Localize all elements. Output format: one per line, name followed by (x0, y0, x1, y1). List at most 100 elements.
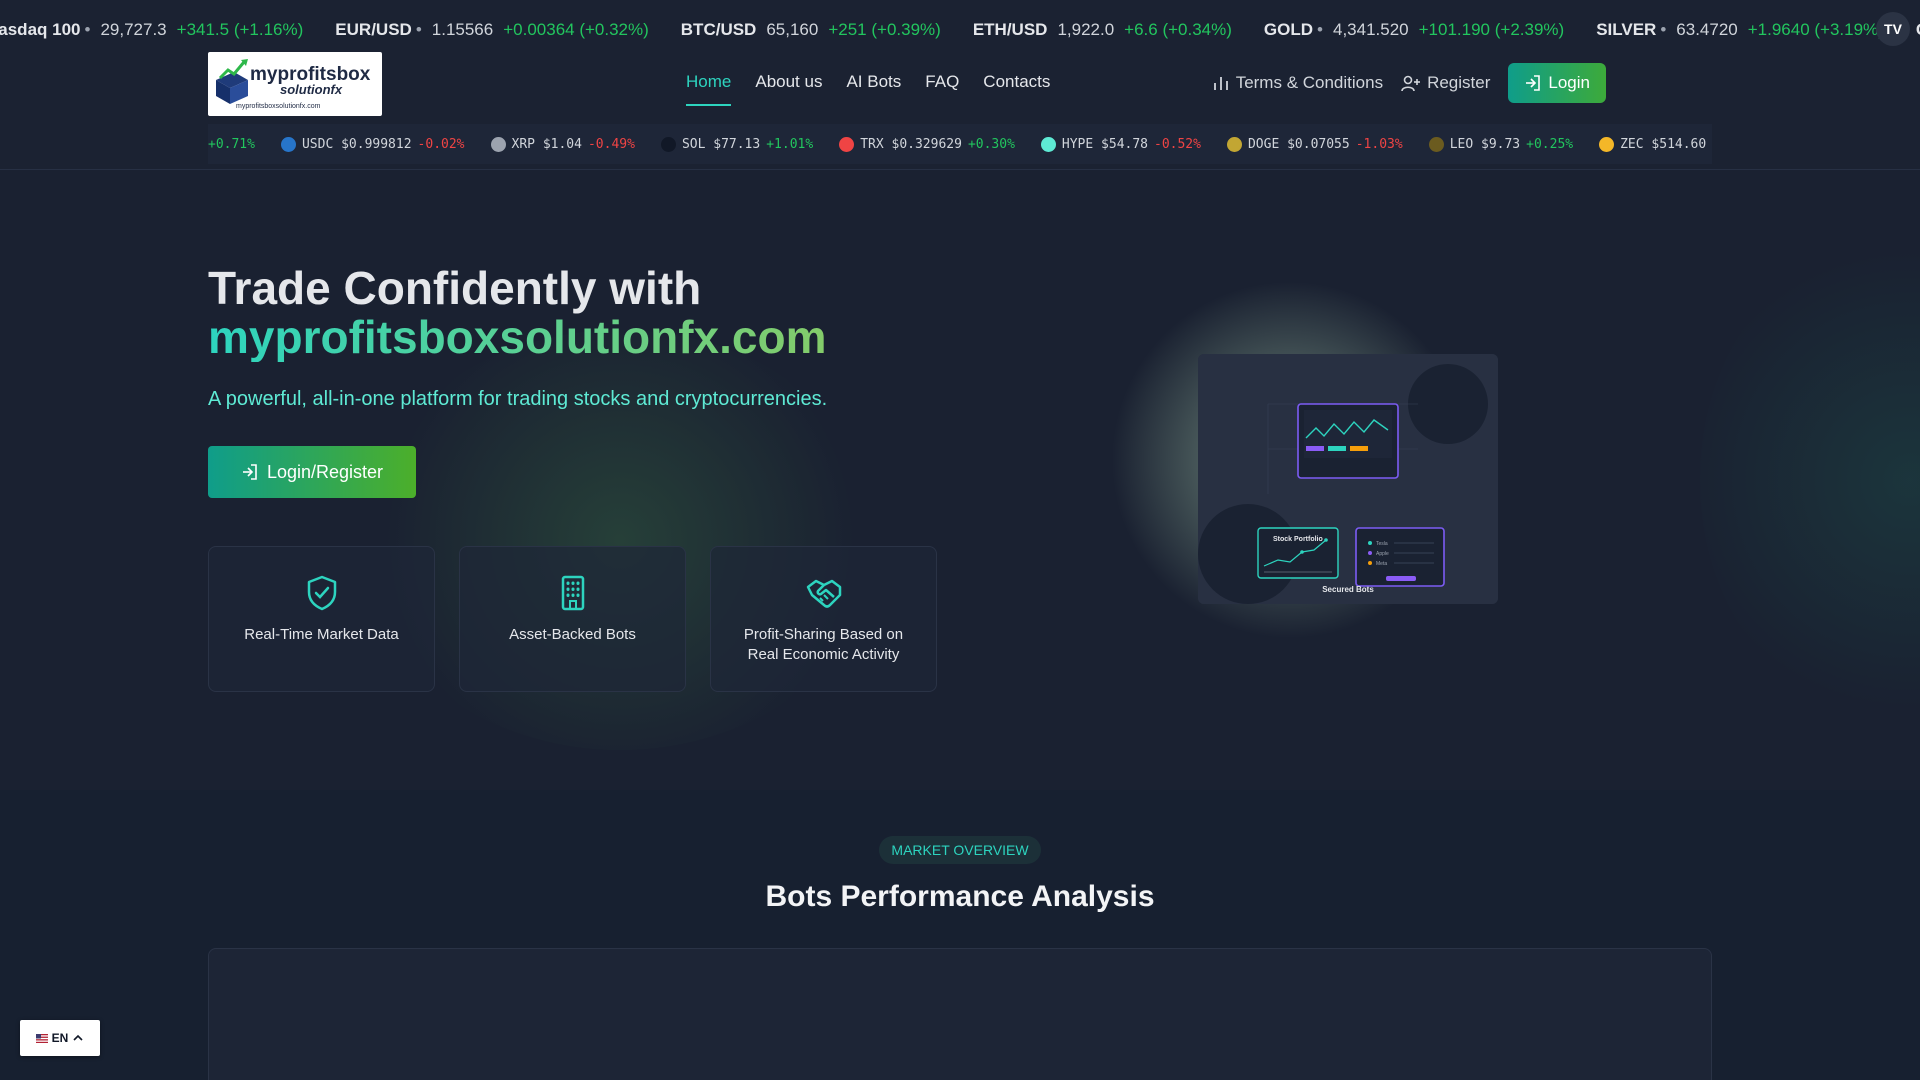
ticker-separator: • (1660, 20, 1667, 39)
tradingview-logo-icon[interactable]: TV (1876, 12, 1910, 46)
nav-contacts[interactable]: Contacts (983, 72, 1050, 106)
crypto-price: TRX $0.329629 (860, 136, 962, 152)
main-navbar: myprofitsbox solutionfx myprofitsboxsolu… (0, 50, 1920, 116)
crypto-change: +1.01% (766, 136, 814, 152)
ticker-item[interactable]: GOLD • 4,341.520 +101.190 (+2.39%) (1264, 20, 1564, 40)
ticker-separator: • (415, 20, 422, 39)
crypto-price: ZEC $514.60 (1620, 136, 1707, 152)
feature-label: Real-Time Market Data (244, 626, 399, 643)
crypto-price: USDC $0.999812 (301, 136, 412, 152)
crypto-price: DOGE $0.07055 (1247, 136, 1350, 152)
crypto-change: -0.52% (1154, 136, 1201, 152)
crypto-item[interactable]: XRP $1.04 -0.49% (490, 136, 635, 152)
ticker-item[interactable]: Nasdaq 100• 29,727.3 +341.5 (+1.16%) (0, 20, 303, 40)
feature-card: Profit-Sharing Based on Real Economic Ac… (710, 546, 937, 692)
svg-text:Apple: Apple (1376, 551, 1389, 557)
login-label: Login (1548, 73, 1590, 92)
ticker-track: Nasdaq 100•29,727.3+341.5 (+1.16%) EUR/US… (0, 20, 1920, 40)
ticker-symbol: EUR/USD (335, 20, 412, 39)
svg-text:solutionfx: solutionfx (280, 82, 343, 97)
language-switcher[interactable]: EN (20, 1020, 100, 1056)
crypto-item[interactable]: HYPE $54.78 -0.52% (1040, 136, 1201, 152)
login-icon (242, 464, 257, 480)
nav-ai-bots[interactable]: AI Bots (846, 72, 901, 106)
crypto-item[interactable]: SOL $77.13 +1.01% (660, 136, 814, 152)
nav-links: Home About us AI Bots FAQ Contacts (686, 72, 1050, 106)
nav-about-us[interactable]: About us (755, 72, 822, 106)
ticker-price: 63.4720 (1676, 20, 1738, 39)
crypto-item[interactable]: ZEC $514.60+1.57% (1599, 136, 1712, 152)
ticker-item[interactable]: ETH/USD 1,922.0 +6.6 (+0.34%) (973, 20, 1232, 40)
login-button[interactable]: Login (1508, 63, 1606, 103)
crypto-ticker: +0.71% USDC $0.999812 -0.02% XRP $1.04 -0.49… (208, 124, 1712, 164)
hero-section: Trade Confidently with myprofitsboxsolut… (0, 170, 1920, 790)
svg-text:myprofitsboxsolutionfx.com: myprofitsboxsolutionfx.com (236, 103, 321, 110)
ticker-change: +251 (+0.39%) (828, 20, 941, 39)
building-icon (561, 575, 584, 611)
hero-illustration: Stock Portfolio Tesla Apple Meta Secured… (1198, 354, 1498, 604)
performance-chart-panel (208, 948, 1712, 1080)
ticker-change: +6.6 (+0.34%) (1124, 20, 1232, 39)
nav-home[interactable]: Home (686, 72, 732, 106)
ticker-change: +341.5 (+1.16%) (176, 20, 304, 39)
dashboard-illustration: Stock Portfolio Tesla Apple Meta Secured… (1198, 354, 1498, 604)
coin-icon (490, 136, 506, 152)
crypto-item[interactable]: DOGE $0.07055 -1.03% (1226, 136, 1403, 152)
coin-icon (1040, 136, 1056, 152)
bar-chart-icon (1213, 77, 1228, 90)
feature-card: Real-Time Market Data (208, 546, 435, 692)
crypto-ticker-bar: +0.71% USDC $0.999812 -0.02% XRP $1.04 -0.49… (0, 116, 1920, 170)
terms-link[interactable]: Terms & Conditions (1212, 73, 1383, 93)
crypto-item[interactable]: LEO $9.73 +0.25% (1428, 136, 1574, 152)
crypto-change: -1.03% (1355, 136, 1403, 152)
ticker-price: 1.15566 (431, 20, 494, 39)
crypto-item[interactable]: +0.71% (208, 137, 255, 152)
crypto-change: -0.49% (587, 136, 635, 152)
ticker-item[interactable]: OIL•77.07-1.17 (1916, 20, 1920, 40)
crypto-change: +0.25% (1526, 136, 1574, 152)
svg-text:Stock Portfolio: Stock Portfolio (1273, 536, 1323, 543)
ticker-item[interactable]: BTC/USD 65,160 +251 (+0.39%) (681, 20, 941, 40)
crypto-item[interactable]: USDC $0.999812 -0.02% (280, 136, 465, 152)
section-badge: MARKET OVERVIEW (879, 836, 1041, 864)
feature-label: Asset-Backed Bots (509, 626, 636, 643)
nav-faq[interactable]: FAQ (925, 72, 959, 106)
ticker-symbol: ETH/USD (972, 20, 1048, 39)
ticker-change: +101.190 (+2.39%) (1418, 20, 1565, 39)
ticker-separator: • (84, 20, 91, 39)
us-flag-icon (35, 1033, 48, 1043)
feature-card: Asset-Backed Bots (459, 546, 686, 692)
hero-title-line1: Trade Confidently with (208, 262, 702, 314)
ticker-item[interactable]: EUR/USD • 1.15566 +0.00364 (+0.32%) (335, 20, 648, 40)
crypto-price: SOL $77.13 (681, 136, 761, 152)
crypto-change: -0.02% (417, 136, 465, 152)
svg-text:Meta: Meta (1376, 561, 1387, 567)
logo-graphic: myprofitsbox solutionfx myprofitsboxsolu… (216, 59, 371, 110)
ticker-symbol: OIL (1916, 20, 1920, 40)
handshake-icon (806, 579, 841, 608)
ticker-separator: • (1317, 20, 1323, 39)
crypto-price: XRP $1.04 (511, 136, 582, 152)
site-logo[interactable]: myprofitsbox solutionfx myprofitsboxsolu… (208, 52, 382, 116)
terms-label: Terms & Conditions (1235, 73, 1384, 92)
crypto-price: HYPE $54.78 (1061, 136, 1148, 152)
language-code: EN (51, 1031, 69, 1045)
coin-icon (1599, 136, 1615, 152)
register-link[interactable]: Register (1401, 73, 1490, 93)
coin-icon (1226, 136, 1242, 152)
login-register-button[interactable]: Login/Register (208, 446, 416, 498)
feature-label: Profit-Sharing Based on Real Economic Ac… (743, 626, 904, 663)
feature-cards: Real-Time Market Data Asset-Backed Bots (208, 546, 937, 692)
shield-check-icon (307, 575, 336, 611)
ticker-symbol: GOLD (1263, 20, 1314, 39)
ticker-price: 65,160 (766, 20, 819, 39)
ticker-symbol: SILVER (1596, 20, 1657, 39)
crypto-price: LEO $9.73 (1449, 136, 1521, 152)
cta-label: Login/Register (266, 461, 384, 482)
crypto-item[interactable]: TRX $0.329629 +0.30% (839, 136, 1015, 152)
crypto-change: +0.30% (967, 136, 1015, 152)
ticker-price: 1,922.0 (1057, 20, 1115, 39)
background-glow (1700, 230, 1920, 730)
ticker-symbol: BTC/USD (680, 20, 757, 39)
ticker-item[interactable]: SILVER • 63.4720 +1.9640 (+3.19%) (1596, 20, 1884, 40)
